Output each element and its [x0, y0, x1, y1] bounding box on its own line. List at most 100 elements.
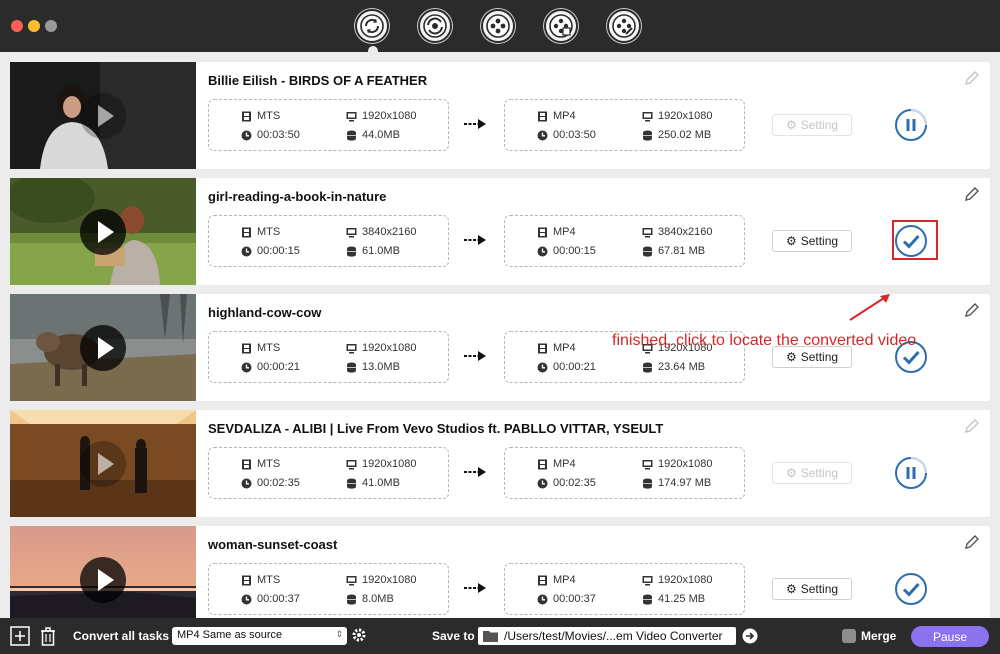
edit-pencil-icon[interactable] [964, 302, 980, 318]
setting-button[interactable]: ⚙ Setting [772, 230, 852, 252]
clock-icon [537, 130, 548, 140]
source-info: MTS 1920x1080 00:03:50 44.0MB [208, 99, 449, 151]
save-path-value: /Users/test/Movies/...em Video Converter [504, 629, 723, 643]
setting-button[interactable]: ⚙ Setting [772, 114, 852, 136]
play-button[interactable] [80, 557, 126, 603]
task-row: woman-sunset-coast MTS 1920x1080 00:00:3… [10, 526, 990, 618]
annotation-arrow-icon [849, 294, 890, 321]
film-music-icon [549, 14, 573, 38]
film-icon [242, 227, 251, 237]
source-duration: 00:02:35 [257, 477, 300, 489]
clock-icon [537, 594, 548, 604]
film-icon [538, 227, 547, 237]
resolution-icon [346, 111, 357, 121]
play-button[interactable] [80, 209, 126, 255]
setting-label: Setting [800, 350, 839, 364]
edit-pencil-icon[interactable] [964, 534, 980, 550]
source-info: MTS 3840x2160 00:00:15 61.0MB [208, 215, 449, 267]
database-icon [347, 594, 356, 605]
pause-progress-icon[interactable] [894, 456, 928, 490]
output-resolution: 1920x1080 [658, 574, 713, 586]
resolution-icon [642, 227, 653, 237]
resolution-icon [346, 343, 357, 353]
gear-icon: ⚙ [785, 582, 797, 596]
output-info: MP4 1920x1080 00:00:37 41.25 MB [504, 563, 745, 615]
tab-film-music[interactable] [544, 9, 578, 43]
output-duration: 00:03:50 [553, 129, 596, 141]
source-format: MTS [257, 458, 281, 470]
clock-icon [241, 478, 252, 488]
setting-button[interactable]: ⚙ Setting [772, 462, 852, 484]
film-icon [242, 459, 251, 469]
output-format: MP4 [553, 458, 576, 470]
save-to-label: Save to [432, 629, 475, 643]
task-list[interactable]: Billie Eilish - BIRDS OF A FEATHER MTS 1… [0, 52, 1000, 618]
resolution-icon [642, 459, 653, 469]
edit-pencil-icon[interactable] [964, 186, 980, 202]
source-size: 8.0MB [362, 593, 394, 605]
arrow-right-icon [464, 119, 486, 129]
pause-progress-icon[interactable] [894, 108, 928, 142]
film-icon [242, 111, 251, 121]
output-format: MP4 [553, 342, 576, 354]
task-row: girl-reading-a-book-in-nature MTS 3840x2… [10, 178, 990, 285]
edit-pencil-icon[interactable] [964, 70, 980, 86]
clock-icon [241, 246, 252, 256]
clock-icon [241, 362, 252, 372]
source-resolution: 1920x1080 [362, 458, 417, 470]
output-format: MP4 [553, 226, 576, 238]
tab-convert-alt[interactable] [418, 9, 452, 43]
save-path-field[interactable]: /Users/test/Movies/...em Video Converter [478, 627, 736, 645]
film-edit-icon [486, 14, 510, 38]
resolution-icon [346, 459, 357, 469]
play-button[interactable] [80, 441, 126, 487]
tab-film-edit[interactable] [481, 9, 515, 43]
gear-icon: ⚙ [785, 466, 797, 480]
format-select[interactable]: MP4 Same as source ⇕ [172, 627, 347, 645]
output-duration: 00:00:21 [553, 361, 596, 373]
add-file-icon[interactable] [10, 626, 30, 646]
video-thumbnail[interactable] [10, 410, 196, 517]
zoom-window-button[interactable] [45, 20, 57, 32]
close-window-button[interactable] [11, 20, 23, 32]
source-info: MTS 1920x1080 00:02:35 41.0MB [208, 447, 449, 499]
setting-button[interactable]: ⚙ Setting [772, 578, 852, 600]
tab-convert[interactable] [355, 9, 389, 43]
convert-icon [360, 14, 384, 38]
video-thumbnail[interactable] [10, 294, 196, 401]
output-size: 250.02 MB [658, 129, 712, 141]
task-title: highland-cow-cow [208, 305, 322, 320]
convert-all-label: Convert all tasks to [73, 629, 184, 643]
output-duration: 00:02:35 [553, 477, 596, 489]
source-size: 13.0MB [362, 361, 400, 373]
source-resolution: 1920x1080 [362, 110, 417, 122]
video-thumbnail[interactable] [10, 526, 196, 618]
pause-button[interactable]: Pause [911, 626, 989, 647]
output-info: MP4 1920x1080 00:03:50 250.02 MB [504, 99, 745, 151]
resolution-icon [346, 227, 357, 237]
tab-film-tools[interactable] [607, 9, 641, 43]
gear-icon: ⚙ [785, 234, 797, 248]
annotation-text: finished, click to locate the converted … [612, 332, 917, 349]
task-title: SEVDALIZA - ALIBI | Live From Vevo Studi… [208, 421, 664, 436]
arrow-circle-right-icon[interactable] [742, 628, 758, 644]
video-thumbnail[interactable] [10, 178, 196, 285]
output-format: MP4 [553, 110, 576, 122]
gear-icon: ⚙ [785, 118, 797, 132]
check-done-icon[interactable] [894, 572, 928, 606]
source-duration: 00:03:50 [257, 129, 300, 141]
trash-icon[interactable] [38, 626, 58, 646]
play-button[interactable] [80, 93, 126, 139]
merge-checkbox[interactable] [842, 629, 856, 643]
video-thumbnail[interactable] [10, 62, 196, 169]
arrow-right-icon [464, 467, 486, 477]
output-resolution: 1920x1080 [658, 110, 713, 122]
format-select-value: MP4 Same as source [177, 629, 283, 641]
minimize-window-button[interactable] [28, 20, 40, 32]
arrow-right-icon [464, 351, 486, 361]
play-button[interactable] [80, 325, 126, 371]
source-format: MTS [257, 342, 281, 354]
task-title: woman-sunset-coast [208, 537, 338, 552]
gear-icon[interactable] [351, 627, 367, 643]
edit-pencil-icon[interactable] [964, 418, 980, 434]
